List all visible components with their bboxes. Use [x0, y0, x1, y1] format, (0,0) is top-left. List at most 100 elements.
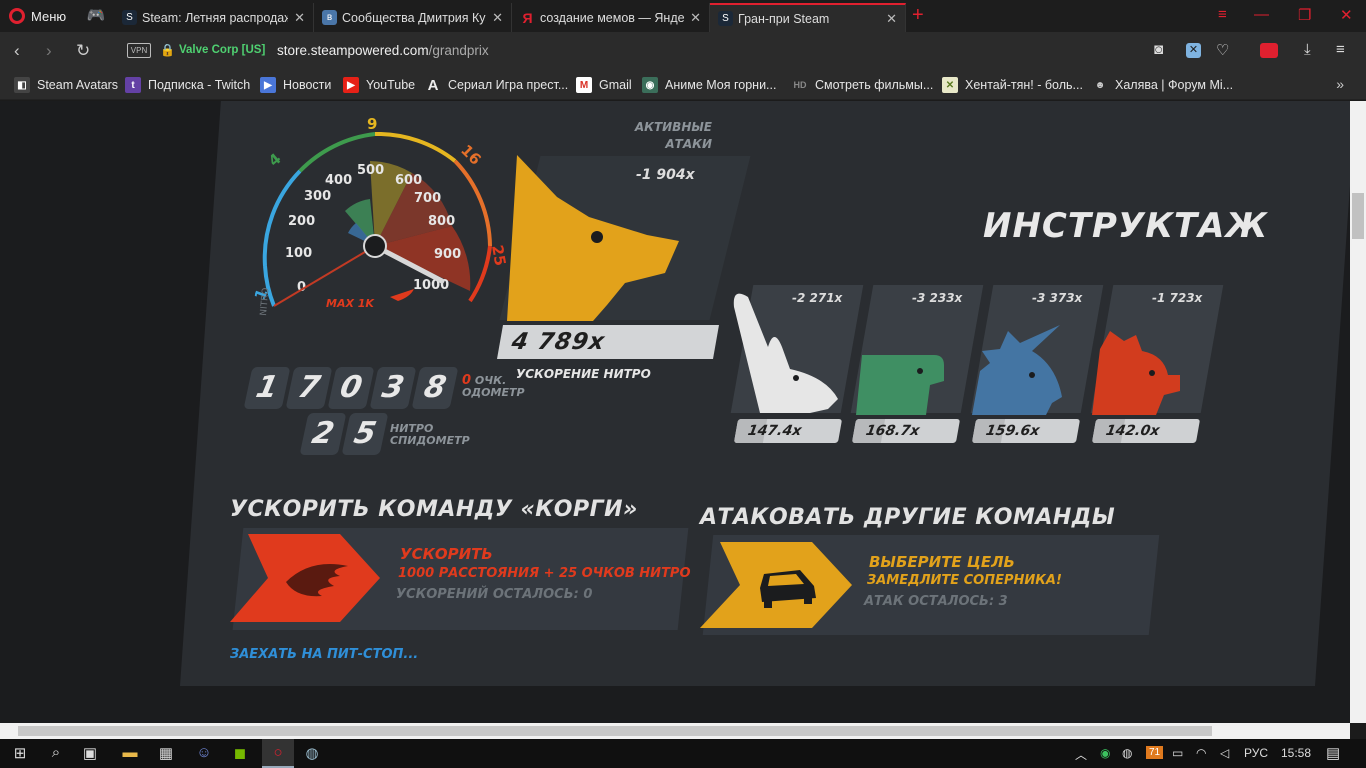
tray-steam-icon[interactable]: ◍ — [1122, 746, 1132, 760]
tab-yandex-memes[interactable]: Я создание мемов — Яндекс ✕ — [512, 3, 710, 32]
close-tab-icon[interactable]: ✕ — [690, 10, 701, 26]
bookmark-got[interactable]: A Сериал Игра прест... — [425, 76, 569, 94]
youtube-icon: ▶ — [343, 77, 359, 93]
tab-steam-grandprix[interactable]: S Гран-при Steam ✕ — [710, 3, 906, 32]
easy-setup-icon[interactable]: ≡ — [1336, 41, 1345, 58]
tick-500: 500 — [357, 163, 384, 178]
bookmark-label: Новости — [283, 78, 332, 92]
bookmark-label: Подписка - Twitch — [148, 78, 251, 92]
gamepad-icon[interactable]: 🎮 — [84, 6, 108, 26]
zone-label-nitro: NITRO — [259, 287, 271, 316]
steam-taskbar-icon[interactable]: ◍ — [298, 744, 326, 762]
clock[interactable]: 15:58 — [1281, 746, 1311, 760]
tick-200: 200 — [288, 214, 315, 229]
tab-steam-sale[interactable]: S Steam: Летняя распродажа ✕ — [114, 3, 314, 32]
site-identity[interactable]: Valve Corp [US] — [179, 44, 265, 56]
speedometer-labels: НИТРО СПИДОМЕТР — [390, 423, 470, 447]
briefing-title: ИНСТРУКТАЖ — [983, 206, 1269, 246]
battery-icon[interactable]: ▭ — [1172, 746, 1183, 760]
bookmark-label: Смотреть фильмы... — [815, 78, 934, 92]
search-icon[interactable]: ⌕ — [42, 744, 70, 761]
attack-action-title[interactable]: ВЫБЕРИТЕ ЦЕЛЬ — [869, 553, 1015, 571]
bookmark-forum[interactable]: ☻ Халява | Форум Mi... — [1092, 77, 1233, 93]
tick-900: 900 — [434, 247, 461, 262]
tab-title: Steam: Летняя распродажа — [142, 10, 289, 25]
opera-menu-button[interactable]: Меню — [0, 0, 78, 32]
back-button[interactable]: ‹ — [14, 41, 20, 61]
notifications-icon[interactable]: ▤ — [1326, 744, 1340, 762]
tray-app-icon[interactable]: ◉ — [1100, 746, 1110, 760]
bookmark-gmail[interactable]: M Gmail — [576, 77, 632, 93]
opera-taskbar-icon[interactable]: ○ — [262, 739, 294, 768]
more-bookmarks-icon[interactable]: » — [1336, 76, 1344, 92]
rival-boost-value: 168.7x — [864, 423, 921, 439]
bookmark-twitch[interactable]: t Подписка - Twitch — [125, 77, 250, 93]
vpn-badge[interactable]: VPN — [127, 43, 151, 58]
hare-icon — [733, 293, 838, 413]
bookmark-youtube[interactable]: ▶ YouTube — [343, 77, 415, 93]
pitstop-link[interactable]: ЗАЕХАТЬ НА ПИТ-СТОП... — [230, 647, 418, 662]
bookmark-hd[interactable]: HD Смотреть фильмы... — [792, 77, 934, 93]
bookmark-anime[interactable]: ◉ Аниме Моя горни... — [642, 77, 776, 93]
steam-avatars-icon: ◧ — [14, 77, 30, 93]
odometer-label: ОДОМЕТР — [462, 386, 525, 399]
bookmark-steam-avatars[interactable]: ◧ Steam Avatars — [14, 77, 118, 93]
camera-icon[interactable]: ◙ — [1154, 41, 1163, 58]
tab-menu-icon[interactable]: ≡ — [1218, 6, 1227, 23]
got-icon: A — [427, 76, 439, 94]
file-explorer-icon[interactable]: ▬ — [116, 744, 144, 761]
horizontal-scrollbar[interactable] — [0, 723, 1350, 739]
wifi-icon[interactable]: ◠ — [1196, 746, 1206, 760]
tab-bar: Меню 🎮 S Steam: Летняя распродажа ✕ в Со… — [0, 0, 1366, 32]
tray-badge[interactable]: 71 — [1146, 746, 1164, 759]
nitro-gauge: 1 NITRO 4 9 16 25 0 100 200 300 400 500 … — [251, 115, 510, 316]
vertical-scrollbar[interactable] — [1350, 101, 1366, 723]
active-attacks-line1: АКТИВНЫЕ — [634, 120, 712, 134]
corgi-team-icon — [507, 155, 679, 321]
reload-button[interactable]: ↻ — [76, 41, 90, 61]
rival-boost-value: 142.0x — [1104, 423, 1161, 439]
boost-action-title[interactable]: УСКОРИТЬ — [400, 545, 493, 563]
rival-boost-bar: 168.7x — [851, 419, 961, 443]
language-indicator[interactable]: РУС — [1244, 746, 1268, 760]
extension-icon[interactable] — [1260, 43, 1278, 58]
lock-icon[interactable]: 🔒 — [160, 43, 175, 57]
close-tab-icon[interactable]: ✕ — [294, 10, 305, 26]
minimize-button[interactable]: — — [1254, 6, 1269, 23]
attack-arrow-button[interactable] — [700, 542, 852, 628]
bookmark-news[interactable]: ▶ Новости — [260, 77, 331, 93]
adblock-icon[interactable]: ✕ — [1186, 43, 1201, 58]
forward-button[interactable]: › — [46, 41, 52, 61]
volume-icon[interactable]: ◁ — [1220, 746, 1229, 760]
rival-boost-bar: 159.6x — [971, 419, 1081, 443]
horizontal-scroll-thumb[interactable] — [18, 726, 1212, 736]
tab-vk-communities[interactable]: в Сообщества Дмитрия Кузь ✕ — [314, 3, 512, 32]
tray-expand-icon[interactable]: ︿ — [1075, 746, 1087, 763]
bookmark-label: Steam Avatars — [37, 78, 119, 92]
bookmark-label: Аниме Моя горни... — [665, 78, 777, 92]
tortoise-icon — [856, 355, 944, 415]
vertical-scroll-thumb[interactable] — [1352, 193, 1364, 239]
zone-label-16: 16 — [457, 141, 484, 168]
close-tab-icon[interactable]: ✕ — [492, 10, 503, 26]
heart-icon[interactable]: ♡ — [1216, 41, 1229, 59]
nvidia-icon[interactable]: ◼ — [226, 744, 254, 762]
photos-icon[interactable]: ▦ — [152, 744, 180, 762]
hedgehog-icon — [972, 325, 1062, 415]
bookmark-site[interactable]: ✕ Хентай-тян! - боль... — [942, 77, 1083, 93]
download-icon[interactable]: ⤓ — [1304, 41, 1311, 58]
url-field[interactable]: store.steampowered.com/grandprix — [277, 43, 489, 58]
tab-title: Сообщества Дмитрия Кузь — [342, 10, 487, 25]
task-view-icon[interactable]: ▣ — [76, 744, 104, 762]
twitch-icon: t — [125, 77, 141, 93]
discord-icon[interactable]: ☺ — [190, 744, 218, 761]
new-tab-button[interactable]: + — [912, 4, 924, 27]
boosts-remaining: УСКОРЕНИЙ ОСТАЛОСЬ: 0 — [396, 587, 593, 602]
restore-button[interactable]: ❐ — [1298, 6, 1311, 24]
close-tab-icon[interactable]: ✕ — [886, 11, 897, 27]
windows-start-icon[interactable]: ⊞ — [6, 744, 34, 762]
close-window-button[interactable]: ✕ — [1340, 6, 1353, 24]
active-attacks-line2: АТАКИ — [665, 137, 712, 151]
bookmark-label: Хентай-тян! - боль... — [965, 78, 1083, 92]
boost-arrow-button[interactable] — [230, 534, 380, 622]
